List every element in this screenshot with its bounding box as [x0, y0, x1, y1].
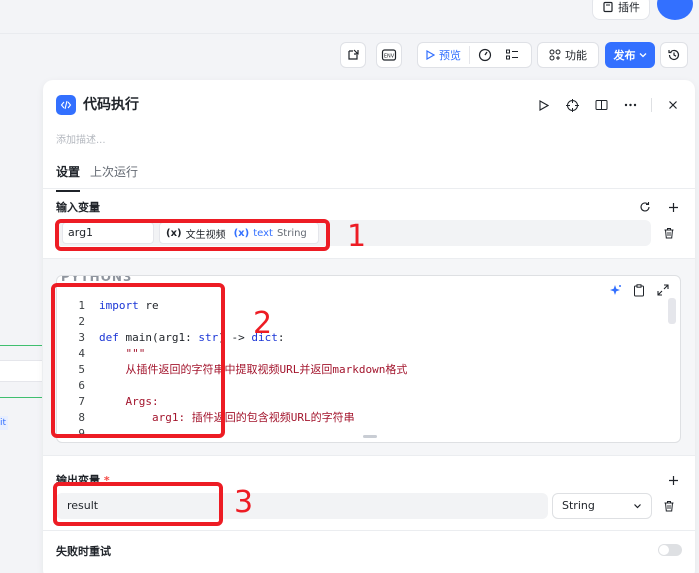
- plus-icon: [668, 475, 678, 485]
- section-divider: [43, 530, 695, 531]
- checklist-icon: [506, 49, 518, 60]
- function-label: 功能: [565, 49, 587, 62]
- canvas-edge-line: [0, 345, 42, 346]
- history-button[interactable]: [660, 42, 688, 68]
- code-node-icon: [56, 95, 76, 115]
- plugin-icon: [603, 1, 613, 13]
- preview-button[interactable]: 预览: [425, 46, 470, 64]
- book-icon: [595, 100, 607, 110]
- avatar[interactable]: [657, 0, 693, 20]
- preview-group: 预览: [417, 42, 532, 68]
- checklist-button[interactable]: [500, 43, 524, 67]
- annotation-label-2: 2: [253, 306, 273, 341]
- crosshair-icon: [565, 98, 579, 112]
- delete-output-button[interactable]: [661, 498, 677, 514]
- canvas-node-label: it: [0, 416, 8, 430]
- plugin-button[interactable]: 插件: [592, 0, 650, 20]
- expand-icon: [657, 284, 669, 296]
- output-type-value: String: [562, 499, 595, 512]
- preview-label: 预览: [439, 49, 461, 62]
- more-button[interactable]: [622, 95, 638, 115]
- annotation-label-1: 1: [347, 219, 367, 254]
- refresh-icon: [640, 202, 650, 212]
- publish-button[interactable]: 发布: [605, 42, 655, 68]
- auto-layout-button[interactable]: [340, 42, 366, 68]
- chevron-down-icon: [634, 504, 641, 509]
- code-tools: [608, 283, 670, 297]
- plus-icon: [668, 202, 678, 212]
- run-button[interactable]: [535, 95, 551, 115]
- clipboard-icon: [634, 283, 644, 296]
- annotation-box-2: [51, 283, 225, 438]
- chevron-down-icon: [639, 53, 646, 58]
- canvas-edge-line: [0, 397, 42, 398]
- history-icon: [668, 49, 680, 61]
- expand-editor-button[interactable]: [656, 283, 670, 297]
- trash-icon: [664, 501, 674, 512]
- close-button[interactable]: [665, 95, 681, 115]
- plugin-button-label: 插件: [618, 1, 640, 14]
- annotation-label-3: 3: [234, 485, 254, 520]
- canvas-node-fragment: [0, 360, 42, 382]
- function-icon: [549, 49, 561, 61]
- more-icon: [624, 103, 636, 107]
- sparkle-icon: [609, 284, 621, 295]
- tabs-divider: [43, 188, 695, 189]
- add-output-button[interactable]: [665, 472, 681, 488]
- refresh-inputs-button[interactable]: [637, 199, 653, 215]
- env-button[interactable]: ENV: [376, 42, 402, 68]
- function-button[interactable]: 功能: [537, 42, 599, 68]
- play-icon: [538, 99, 549, 111]
- add-input-button[interactable]: [665, 199, 681, 215]
- section-divider: [43, 455, 695, 456]
- annotation-box-1: [55, 219, 330, 251]
- retry-label: 失败时重试: [56, 545, 111, 558]
- split-view-button[interactable]: [593, 95, 609, 115]
- locate-button[interactable]: [564, 95, 580, 115]
- copy-code-button[interactable]: [632, 283, 646, 297]
- annotation-box-3: [53, 482, 223, 526]
- ai-assist-button[interactable]: [608, 283, 622, 297]
- layout-icon: [348, 49, 359, 60]
- svg-text:ENV: ENV: [384, 54, 395, 60]
- inputs-title: 输入变量: [56, 201, 100, 214]
- top-divider: [0, 33, 699, 34]
- panel-actions: [535, 95, 681, 115]
- code-icon: [60, 100, 72, 110]
- trash-icon: [664, 228, 674, 239]
- delete-input-button[interactable]: [661, 225, 677, 241]
- description-input[interactable]: 添加描述...: [56, 131, 106, 146]
- close-icon: [669, 101, 677, 109]
- env-icon: ENV: [381, 49, 397, 61]
- play-icon: [426, 50, 435, 60]
- panel-title: 代码执行: [83, 97, 139, 113]
- code-scrollbar[interactable]: [668, 298, 676, 324]
- output-type-select[interactable]: String: [552, 493, 652, 519]
- code-token: :: [277, 331, 285, 344]
- debug-button[interactable]: [470, 43, 500, 67]
- gauge-icon: [478, 48, 492, 62]
- publish-label: 发布: [613, 49, 636, 62]
- editor-resize-handle[interactable]: [363, 435, 377, 438]
- retry-toggle[interactable]: [658, 544, 682, 556]
- action-separator: [651, 98, 652, 112]
